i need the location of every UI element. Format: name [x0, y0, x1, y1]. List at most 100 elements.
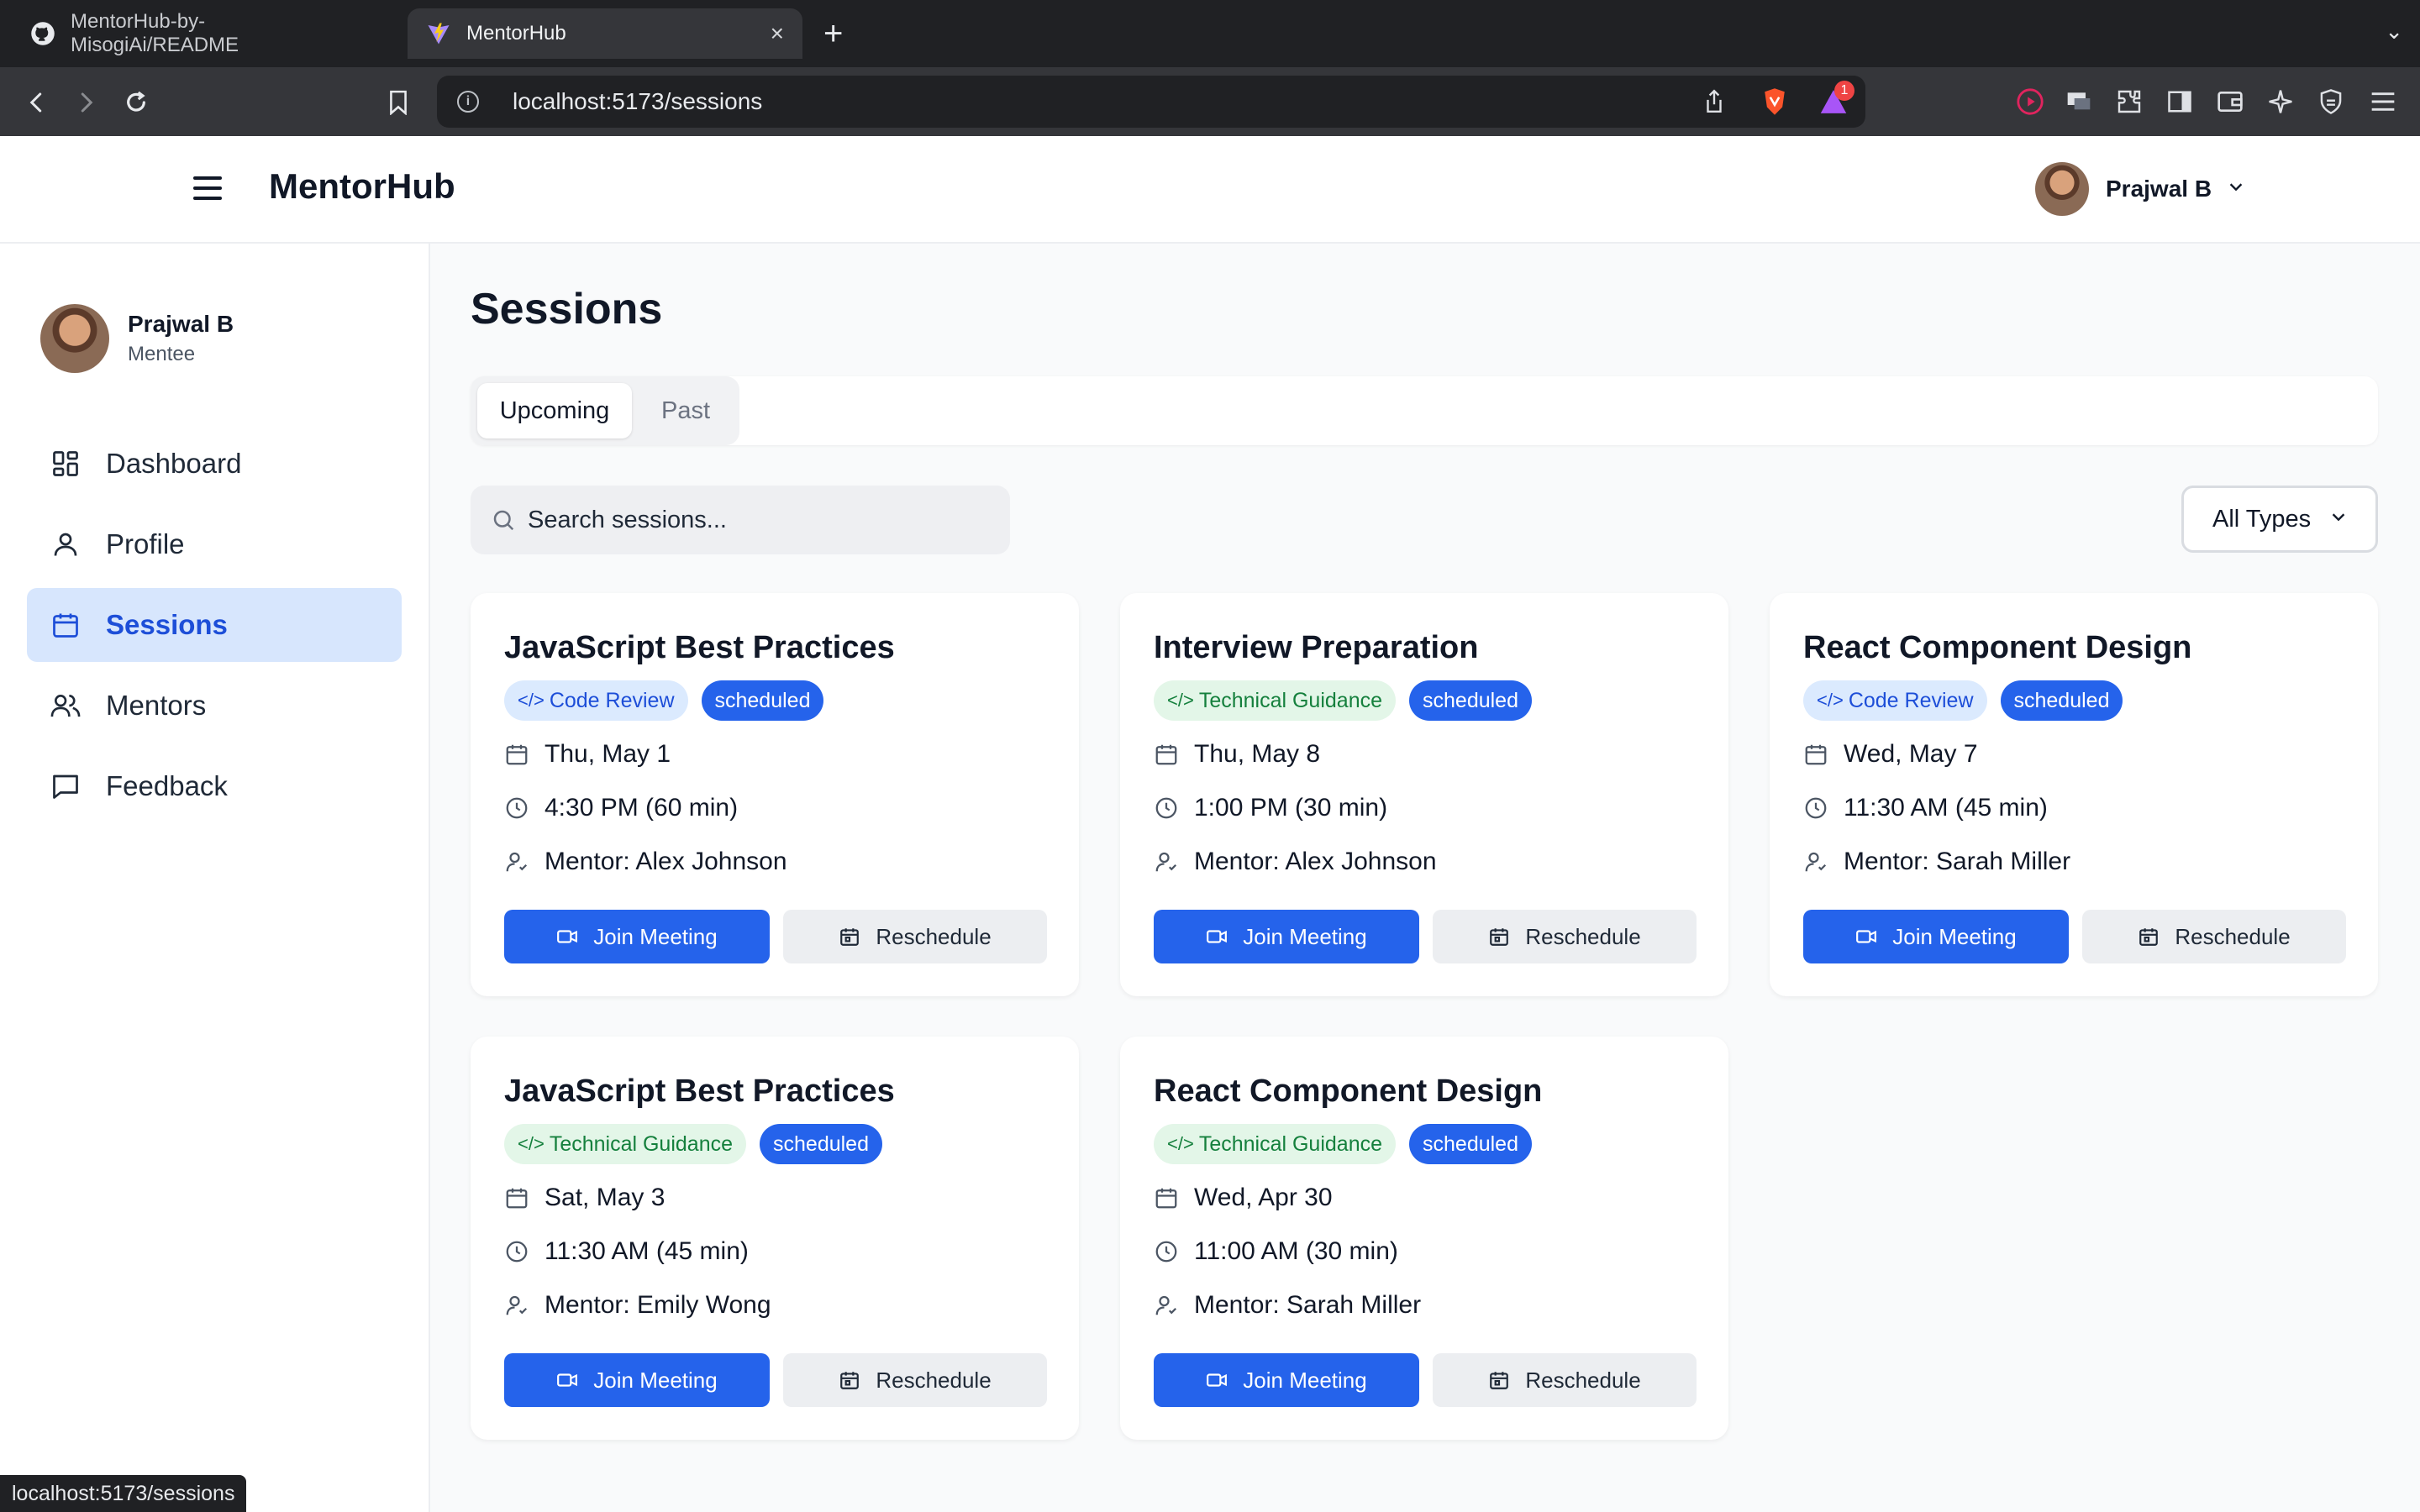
reschedule-button[interactable]: Reschedule — [2082, 910, 2346, 963]
leo-ai-icon[interactable] — [2264, 85, 2297, 118]
join-meeting-label: Join Meeting — [593, 1367, 718, 1393]
join-meeting-label: Join Meeting — [1892, 923, 2017, 949]
join-meeting-button[interactable]: Join Meeting — [504, 1353, 770, 1407]
join-meeting-button[interactable]: Join Meeting — [1154, 1353, 1419, 1407]
session-card: React Component Design </> Code Review sche… — [1770, 593, 2378, 996]
sidebar-item-dashboard[interactable]: Dashboard — [27, 427, 402, 501]
video-icon — [1206, 926, 1228, 948]
message-icon — [49, 769, 82, 803]
session-type-badge: </> Technical Guidance — [1154, 680, 1397, 721]
user-menu[interactable]: Prajwal B — [2035, 161, 2245, 217]
session-badges: </> Code Review scheduled — [504, 680, 837, 721]
back-icon[interactable] — [18, 84, 55, 121]
browser-tab-readme[interactable]: MentorHub-by-MisogiAi/README — [12, 8, 390, 59]
sidebar-item-profile[interactable]: Profile — [27, 507, 402, 581]
tab-past[interactable]: Past — [639, 383, 733, 438]
user-check-icon — [1154, 1293, 1179, 1318]
bookmark-icon[interactable] — [380, 84, 417, 121]
forward-icon[interactable] — [67, 84, 104, 121]
info-icon[interactable]: i — [457, 91, 479, 113]
sidebar-item-sessions[interactable]: Sessions — [27, 588, 402, 662]
page-title: Sessions — [471, 285, 663, 333]
clock-icon — [1803, 795, 1828, 821]
session-time: 1:00 PM (30 min) — [1194, 794, 1388, 822]
status-badge: scheduled — [760, 1124, 882, 1164]
close-icon[interactable]: × — [771, 20, 784, 47]
calendar-icon — [1488, 1369, 1510, 1391]
session-mentor: Mentor: Alex Johnson — [1194, 848, 1437, 875]
wallet-icon[interactable] — [2213, 85, 2247, 118]
join-meeting-label: Join Meeting — [593, 923, 718, 949]
calendar-icon — [1803, 742, 1828, 767]
session-type-badge: </> Code Review — [504, 680, 688, 721]
search-icon — [491, 507, 516, 533]
hamburger-menu-icon[interactable] — [193, 176, 222, 202]
sidebar-profile: Prajwal B Mentee — [40, 304, 234, 373]
join-meeting-button[interactable]: Join Meeting — [504, 910, 770, 963]
app-header: MentorHub Prajwal B — [0, 136, 2420, 244]
status-badge: scheduled — [2000, 680, 2123, 721]
session-date-row: Wed, Apr 30 — [1154, 1184, 1333, 1212]
session-card: Interview Preparation </> Technical Guidan… — [1120, 593, 1728, 996]
reschedule-button[interactable]: Reschedule — [783, 1353, 1047, 1407]
session-title: JavaScript Best Practices — [504, 630, 895, 665]
sidebar-item-label: Feedback — [106, 770, 228, 801]
clock-icon — [504, 795, 529, 821]
join-meeting-button[interactable]: Join Meeting — [1154, 910, 1419, 963]
session-type-label: Code Review — [1848, 688, 1974, 712]
session-date-row: Wed, May 7 — [1803, 740, 1978, 769]
clock-icon — [1154, 1239, 1179, 1264]
session-title: Interview Preparation — [1154, 630, 1479, 665]
calendar-icon — [1488, 926, 1510, 948]
session-mentor-row: Mentor: Emily Wong — [504, 1291, 771, 1320]
record-icon[interactable] — [2013, 85, 2047, 118]
session-type-label: Code Review — [549, 688, 675, 712]
search-input[interactable] — [528, 506, 998, 534]
browser-tab-mentorhub[interactable]: MentorHub × — [408, 8, 802, 59]
session-type-label: Technical Guidance — [1198, 1131, 1383, 1156]
sidebar-item-label: Dashboard — [106, 448, 242, 479]
chevron-down-icon — [2329, 507, 2348, 531]
brave-shield-icon[interactable] — [1758, 85, 1791, 118]
sidebar-item-mentors[interactable]: Mentors — [27, 669, 402, 743]
session-date: Sat, May 3 — [544, 1184, 666, 1211]
address-bar[interactable]: i localhost:5173/sessions — [437, 76, 1865, 128]
reschedule-button[interactable]: Reschedule — [1433, 910, 1697, 963]
user-check-icon — [504, 1293, 529, 1318]
dashboard-icon — [49, 447, 82, 480]
sidebar-item-feedback[interactable]: Feedback — [27, 749, 402, 823]
brand-logo[interactable]: MentorHub — [269, 166, 455, 207]
reschedule-button[interactable]: Reschedule — [783, 910, 1047, 963]
menu-icon[interactable] — [2366, 85, 2400, 118]
session-type-label: Technical Guidance — [1198, 688, 1383, 712]
chevron-down-icon[interactable]: ⌄ — [2385, 18, 2403, 45]
share-icon[interactable] — [1697, 85, 1731, 118]
session-badges: </> Technical Guidance scheduled — [1154, 1124, 1545, 1164]
tab-upcoming[interactable]: Upcoming — [477, 383, 632, 438]
calendar-icon — [1154, 742, 1179, 767]
reschedule-button[interactable]: Reschedule — [1433, 1353, 1697, 1407]
session-time-row: 1:00 PM (30 min) — [1154, 794, 1387, 822]
type-filter-select[interactable]: All Types — [2181, 486, 2378, 553]
session-mentor: Mentor: Emily Wong — [544, 1291, 771, 1319]
new-tab-icon[interactable]: + — [823, 15, 843, 53]
reschedule-label: Reschedule — [876, 923, 992, 949]
session-title: React Component Design — [1154, 1074, 1543, 1109]
calendar-icon — [2138, 926, 2160, 948]
extensions-icon[interactable] — [2112, 85, 2146, 118]
session-mentor-row: Mentor: Alex Johnson — [504, 848, 787, 876]
session-mentor-row: Mentor: Alex Johnson — [1154, 848, 1437, 876]
reschedule-label: Reschedule — [1525, 923, 1641, 949]
session-mentor-row: Mentor: Sarah Miller — [1154, 1291, 1421, 1320]
reload-icon[interactable] — [118, 84, 155, 121]
session-mentor-row: Mentor: Sarah Miller — [1803, 848, 2070, 876]
session-time-row: 11:30 AM (45 min) — [1803, 794, 2048, 822]
vpn-icon[interactable] — [2314, 85, 2348, 118]
sidebar-toggle-icon[interactable] — [2163, 85, 2196, 118]
screen-cast-icon[interactable] — [2062, 85, 2096, 118]
users-icon — [49, 689, 82, 722]
session-time-row: 11:00 AM (30 min) — [1154, 1237, 1398, 1266]
join-meeting-label: Join Meeting — [1243, 923, 1367, 949]
join-meeting-button[interactable]: Join Meeting — [1803, 910, 2069, 963]
reschedule-label: Reschedule — [876, 1367, 992, 1393]
